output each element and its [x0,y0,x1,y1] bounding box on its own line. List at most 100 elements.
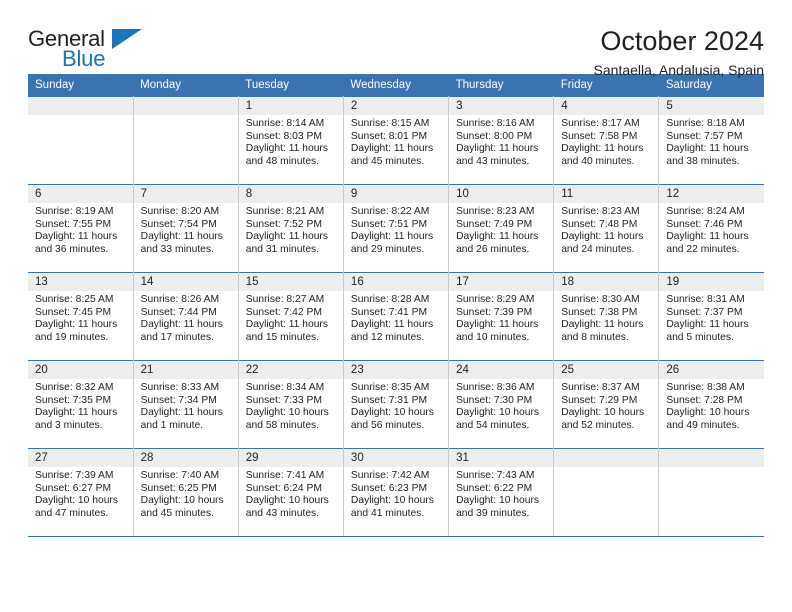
calendar-day-cell[interactable]: 26 Sunrise: 8:38 AM Sunset: 7:28 PM Dayligh… [658,360,764,449]
sunrise-text: Sunrise: 8:22 AM [350,206,430,217]
calendar-day-cell[interactable]: 18 Sunrise: 8:30 AM Sunset: 7:38 PM Dayligh… [553,272,660,361]
daylight-text-line1: Daylight: 10 hours [245,495,329,507]
daylight-text-line1: Daylight: 11 hours [561,319,644,331]
sunset-text: Sunset: 7:29 PM [561,394,638,406]
day-number: 5 [659,97,764,115]
calendar-day-cell[interactable]: 19 Sunrise: 8:31 AM Sunset: 7:37 PM Dayligh… [658,272,764,361]
sunset-text: Sunset: 7:30 PM [456,394,533,406]
day-number: 15 [238,273,343,291]
sunrise-text: Sunrise: 8:21 AM [245,206,325,217]
daylight-text-line1: Daylight: 11 hours [666,319,749,331]
day-number: 14 [133,273,238,291]
calendar-day-cell[interactable]: 10 Sunrise: 8:23 AM Sunset: 7:49 PM Dayligh… [448,184,555,273]
daylight-text-line2: and 31 minutes. [245,243,320,255]
sunrise-text: Sunrise: 7:41 AM [245,470,325,481]
day-cell-content: 21 Sunrise: 8:33 AM Sunset: 7:34 PM Dayligh… [133,361,238,448]
weekday-header-thursday: Thursday [448,74,554,97]
calendar-day-cell[interactable]: 14 Sunrise: 8:26 AM Sunset: 7:44 PM Dayligh… [133,272,239,361]
calendar-page: General Blue October 2024 Santaella, And… [0,0,792,612]
day-number: 24 [449,361,554,379]
calendar-day-cell[interactable]: 2 Sunrise: 8:15 AM Sunset: 8:01 PM Daylight… [343,96,450,185]
daylight-text-line1: Daylight: 11 hours [245,143,329,155]
calendar-week-row: 1 Sunrise: 8:14 AM Sunset: 8:03 PM Daylight… [28,96,764,185]
sunset-text: Sunset: 7:54 PM [140,218,217,230]
daylight-text-line1: Daylight: 11 hours [561,231,644,243]
calendar-day-cell[interactable]: 11 Sunrise: 8:23 AM Sunset: 7:48 PM Dayligh… [553,184,660,273]
calendar-week-row: 6 Sunrise: 8:19 AM Sunset: 7:55 PM Daylight… [28,184,764,273]
daylight-text-line1: Daylight: 10 hours [666,407,750,419]
calendar-day-cell[interactable]: 5 Sunrise: 8:18 AM Sunset: 7:57 PM Daylight… [658,96,764,185]
calendar-day-cell[interactable]: 28 Sunrise: 7:40 AM Sunset: 6:25 PM Dayligh… [133,448,239,537]
day-number: 7 [133,185,238,203]
sunset-text: Sunset: 7:51 PM [350,218,428,230]
daylight-text-line2: and 41 minutes. [350,507,425,519]
daylight-text-line1: Daylight: 11 hours [245,319,329,331]
calendar-day-cell[interactable]: 25 Sunrise: 8:37 AM Sunset: 7:29 PM Dayligh… [553,360,660,449]
day-cell-content [133,97,238,184]
day-cell-content: 19 Sunrise: 8:31 AM Sunset: 7:37 PM Dayligh… [659,273,764,360]
day-number: 18 [554,273,659,291]
daylight-text-line1: Daylight: 10 hours [35,495,118,507]
day-cell-content [554,449,659,536]
sun-info: Sunrise: 8:35 AM Sunset: 7:31 PM Daylight:… [344,379,448,432]
calendar-day-cell[interactable]: 1 Sunrise: 8:14 AM Sunset: 8:03 PM Daylight… [238,96,344,185]
calendar-day-cell[interactable]: 4 Sunrise: 8:17 AM Sunset: 7:58 PM Daylight… [553,96,660,185]
calendar-day-cell[interactable]: 30 Sunrise: 7:42 AM Sunset: 6:23 PM Dayligh… [343,448,450,537]
calendar-day-cell[interactable]: 13 Sunrise: 8:25 AM Sunset: 7:45 PM Dayligh… [28,272,134,361]
calendar-day-cell[interactable]: 17 Sunrise: 8:29 AM Sunset: 7:39 PM Dayligh… [448,272,555,361]
triangle-icon [112,29,142,49]
day-number: 26 [659,361,764,379]
sunset-text: Sunset: 7:48 PM [561,218,638,230]
calendar-day-cell[interactable]: 21 Sunrise: 8:33 AM Sunset: 7:34 PM Dayligh… [133,360,239,449]
day-cell-content: 16 Sunrise: 8:28 AM Sunset: 7:41 PM Dayligh… [343,273,449,360]
calendar-day-cell[interactable]: 22 Sunrise: 8:34 AM Sunset: 7:33 PM Dayligh… [238,360,344,449]
calendar-day-cell[interactable]: 27 Sunrise: 7:39 AM Sunset: 6:27 PM Dayligh… [28,448,134,537]
calendar-day-cell[interactable]: 8 Sunrise: 8:21 AM Sunset: 7:52 PM Daylight… [238,184,344,273]
daylight-text-line2: and 45 minutes. [140,507,214,519]
day-cell-content: 26 Sunrise: 8:38 AM Sunset: 7:28 PM Dayligh… [659,361,764,448]
calendar-day-cell[interactable]: 23 Sunrise: 8:35 AM Sunset: 7:31 PM Dayligh… [343,360,450,449]
day-number: 16 [343,273,449,291]
calendar-day-cell-empty [553,448,660,537]
calendar-day-cell[interactable]: 16 Sunrise: 8:28 AM Sunset: 7:41 PM Dayligh… [343,272,450,361]
sunset-text: Sunset: 7:33 PM [245,394,322,406]
day-number: 1 [238,97,343,115]
calendar-day-cell[interactable]: 9 Sunrise: 8:22 AM Sunset: 7:51 PM Daylight… [343,184,450,273]
day-cell-content: 27 Sunrise: 7:39 AM Sunset: 6:27 PM Dayligh… [28,449,133,536]
day-cell-content [28,97,133,184]
general-blue-logo[interactable]: General Blue [28,26,146,74]
daylight-text-line2: and 10 minutes. [456,331,530,343]
daylight-text-line1: Daylight: 11 hours [245,231,329,243]
weekday-header-monday: Monday [133,74,239,97]
sunset-text: Sunset: 8:01 PM [350,130,428,142]
calendar-day-cell[interactable]: 29 Sunrise: 7:41 AM Sunset: 6:24 PM Dayligh… [238,448,344,537]
calendar-day-cell[interactable]: 6 Sunrise: 8:19 AM Sunset: 7:55 PM Daylight… [28,184,134,273]
daylight-text-line1: Daylight: 11 hours [35,319,118,331]
sunset-text: Sunset: 7:44 PM [140,306,217,318]
sun-info: Sunrise: 7:43 AM Sunset: 6:22 PM Daylight:… [449,467,553,520]
day-cell-content: 17 Sunrise: 8:29 AM Sunset: 7:39 PM Dayligh… [449,273,554,360]
daylight-text-line2: and 47 minutes. [35,507,109,519]
daylight-text-line2: and 15 minutes. [245,331,320,343]
sunset-text: Sunset: 7:31 PM [350,394,428,406]
day-cell-content: 8 Sunrise: 8:21 AM Sunset: 7:52 PM Daylight… [238,185,343,272]
calendar-day-cell[interactable]: 24 Sunrise: 8:36 AM Sunset: 7:30 PM Dayligh… [448,360,555,449]
day-number: 11 [554,185,659,203]
day-number: 3 [449,97,554,115]
day-cell-content: 9 Sunrise: 8:22 AM Sunset: 7:51 PM Daylight… [343,185,449,272]
sunrise-text: Sunrise: 7:43 AM [456,470,535,481]
calendar-day-cell[interactable]: 7 Sunrise: 8:20 AM Sunset: 7:54 PM Daylight… [133,184,239,273]
weekday-header-tuesday: Tuesday [238,74,344,97]
day-cell-content: 20 Sunrise: 8:32 AM Sunset: 7:35 PM Dayligh… [28,361,133,448]
daylight-text-line2: and 12 minutes. [350,331,425,343]
calendar-day-cell[interactable]: 15 Sunrise: 8:27 AM Sunset: 7:42 PM Dayligh… [238,272,344,361]
calendar-day-cell[interactable]: 31 Sunrise: 7:43 AM Sunset: 6:22 PM Dayligh… [448,448,555,537]
sunset-text: Sunset: 7:55 PM [35,218,112,230]
sunrise-text: Sunrise: 8:17 AM [561,118,640,129]
calendar-day-cell[interactable]: 20 Sunrise: 8:32 AM Sunset: 7:35 PM Dayligh… [28,360,134,449]
calendar-day-cell[interactable]: 12 Sunrise: 8:24 AM Sunset: 7:46 PM Dayligh… [658,184,764,273]
daylight-text-line1: Daylight: 11 hours [35,231,118,243]
day-cell-content: 28 Sunrise: 7:40 AM Sunset: 6:25 PM Dayligh… [133,449,238,536]
calendar-day-cell[interactable]: 3 Sunrise: 8:16 AM Sunset: 8:00 PM Daylight… [448,96,555,185]
day-number: 22 [238,361,343,379]
